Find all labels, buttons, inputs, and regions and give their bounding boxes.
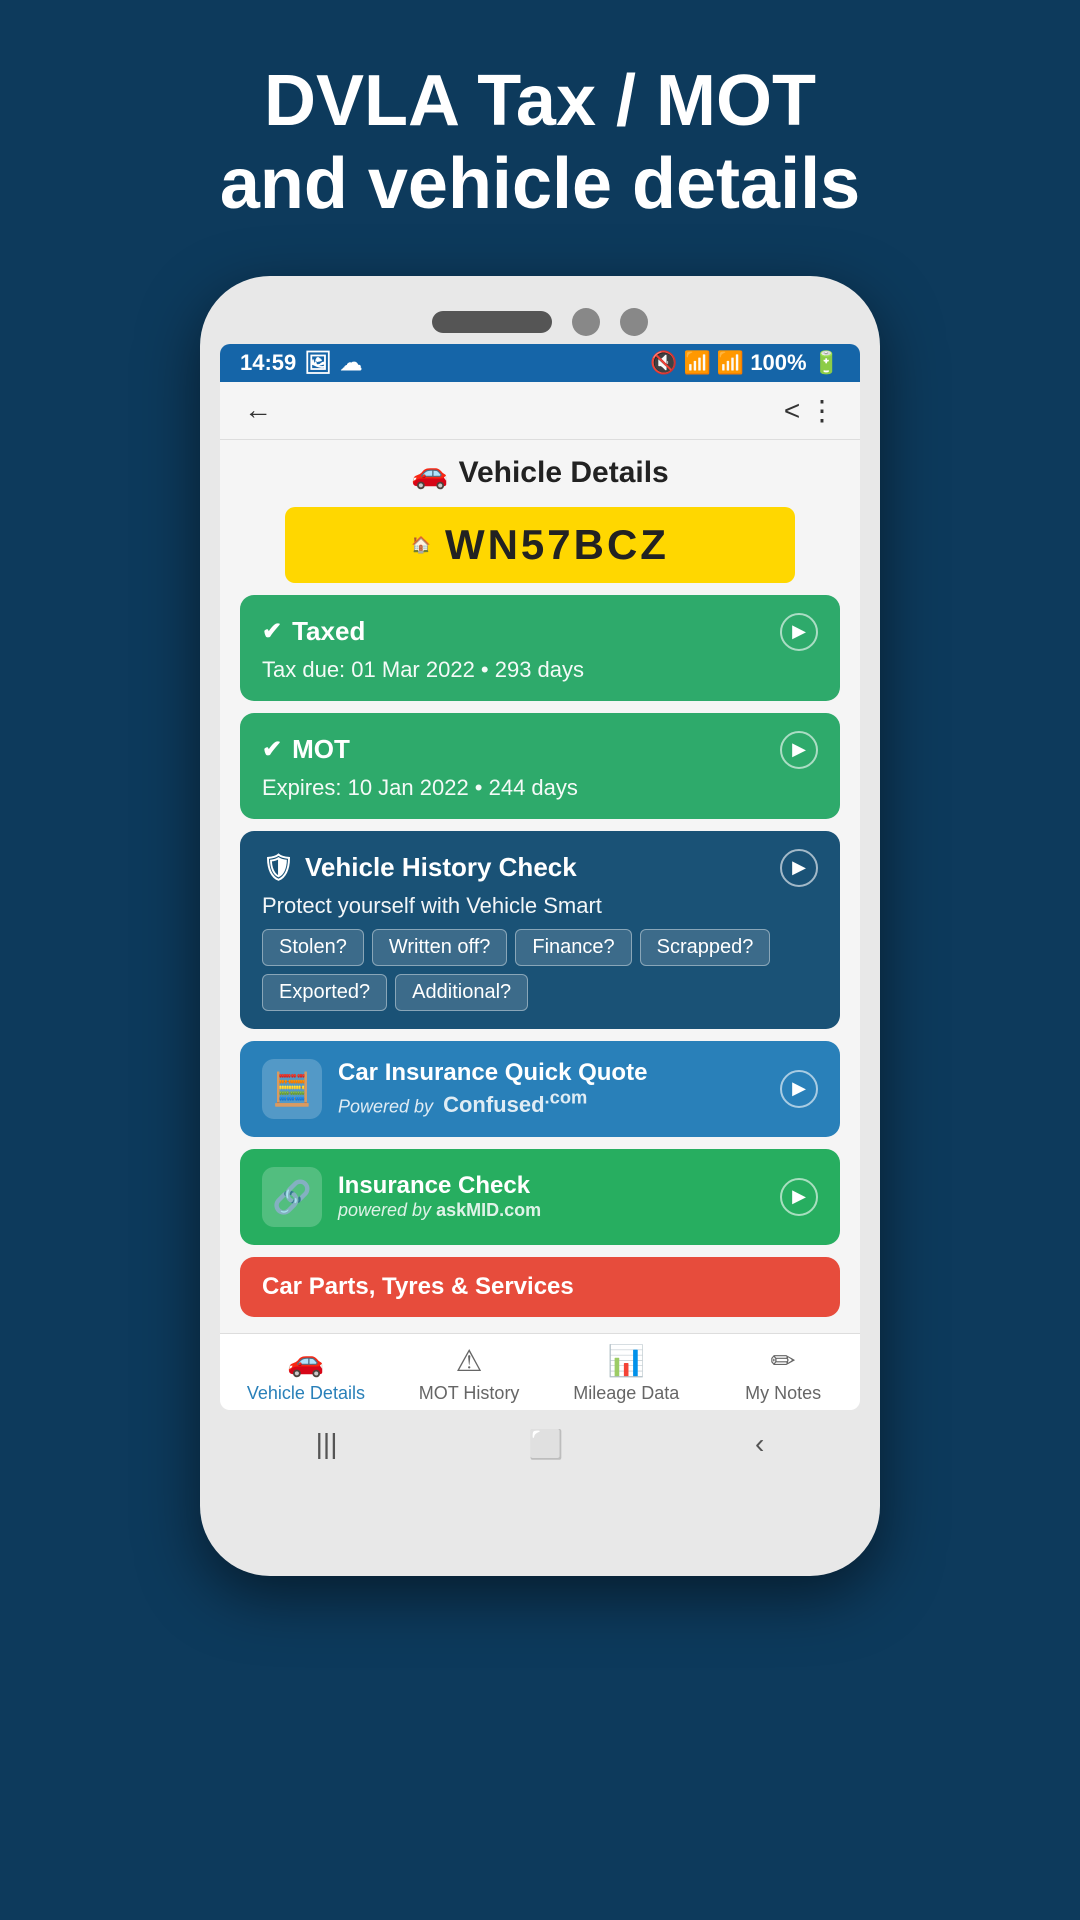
gallery-icon: 🖼 xyxy=(304,350,332,376)
mot-subtitle: Expires: 10 Jan 2022 • 244 days xyxy=(262,775,818,801)
mot-title-left: ✔ MOT xyxy=(262,734,350,765)
taxed-title-row: ✔ Taxed ▶ xyxy=(262,613,818,651)
tag-exported[interactable]: Exported? xyxy=(262,974,387,1011)
insurance-check-arrow[interactable]: ▶ xyxy=(780,1178,818,1216)
taxed-card[interactable]: ✔ Taxed ▶ Tax due: 01 Mar 2022 • 293 day… xyxy=(240,595,840,701)
wifi-icon: 📶 xyxy=(684,350,711,376)
insurance-check-card[interactable]: 🔗 Insurance Check powered by askMID.com … xyxy=(240,1149,840,1245)
battery-text: 100% xyxy=(750,350,806,376)
history-tags: Stolen? Written off? Finance? Scrapped? … xyxy=(262,929,818,1011)
car-parts-card[interactable]: Car Parts, Tyres & Services xyxy=(240,1257,840,1317)
tab-my-notes-label: My Notes xyxy=(745,1383,821,1404)
tag-stolen[interactable]: Stolen? xyxy=(262,929,364,966)
page-title-area: 🚗 Vehicle Details xyxy=(240,456,840,491)
insurance-check-title: Insurance Check xyxy=(338,1172,764,1200)
tab-vehicle-details[interactable]: 🚗 Vehicle Details xyxy=(247,1344,365,1404)
insurance-quote-text: Car Insurance Quick Quote Powered by Con… xyxy=(338,1059,764,1118)
bottom-back-btn[interactable]: ‹ xyxy=(755,1428,764,1460)
status-left: 14:59 🖼 ☁ xyxy=(240,350,362,376)
garage-icon: 🏠 xyxy=(411,535,431,555)
back-button[interactable]: ← xyxy=(244,394,272,426)
mot-card[interactable]: ✔ MOT ▶ Expires: 10 Jan 2022 • 244 days xyxy=(240,713,840,819)
license-plate: 🏠 WN57BCZ xyxy=(285,507,795,583)
insurance-check-powered: powered by askMID.com xyxy=(338,1200,764,1221)
phone-screen: 14:59 🖼 ☁ 🔇 📶 📶 100% 🔋 ← < ⋮ 🚗 Vehicle D… xyxy=(220,344,860,1410)
taxed-subtitle: Tax due: 01 Mar 2022 • 293 days xyxy=(262,657,818,683)
parts-title: Car Parts, Tyres & Services xyxy=(262,1273,574,1301)
mot-title: MOT xyxy=(292,734,350,765)
history-subtitle: Protect yourself with Vehicle Smart xyxy=(262,893,818,919)
taxed-title: Taxed xyxy=(292,616,365,647)
link-icon: 🔗 xyxy=(262,1167,322,1227)
phone-top-bar xyxy=(220,296,860,344)
checkmark-icon: ✔ xyxy=(262,617,282,646)
tab-mot-history[interactable]: ⚠ MOT History xyxy=(419,1344,520,1404)
history-title: Vehicle History Check xyxy=(305,852,577,883)
taxed-title-left: ✔ Taxed xyxy=(262,616,365,647)
battery-icon: 🔋 xyxy=(813,350,840,376)
phone-speaker xyxy=(432,311,552,333)
tag-written-off[interactable]: Written off? xyxy=(372,929,508,966)
status-bar: 14:59 🖼 ☁ 🔇 📶 📶 100% 🔋 xyxy=(220,344,860,382)
mileage-tab-icon: 📊 xyxy=(608,1344,645,1379)
confused-brand: Confused.com xyxy=(443,1092,587,1117)
phone-bottom-nav: ||| ⬜ ‹ xyxy=(220,1410,860,1471)
tab-mileage-data-label: Mileage Data xyxy=(573,1383,679,1404)
tag-finance[interactable]: Finance? xyxy=(515,929,631,966)
hero-title: DVLA Tax / MOT and vehicle details xyxy=(160,60,920,226)
history-check-card[interactable]: 🛡 Vehicle History Check ▶ Protect yourse… xyxy=(240,831,840,1029)
calculator-icon: 🧮 xyxy=(262,1059,322,1119)
mot-arrow[interactable]: ▶ xyxy=(780,731,818,769)
shield-icon: 🛡 xyxy=(262,852,295,883)
tag-scrapped[interactable]: Scrapped? xyxy=(640,929,771,966)
tab-bar: 🚗 Vehicle Details ⚠ MOT History 📊 Mileag… xyxy=(220,1333,860,1410)
tab-mot-history-label: MOT History xyxy=(419,1383,520,1404)
mute-icon: 🔇 xyxy=(650,350,677,376)
phone-camera-2 xyxy=(620,308,648,336)
vehicle-details-tab-icon: 🚗 xyxy=(287,1344,324,1379)
taxed-arrow[interactable]: ▶ xyxy=(780,613,818,651)
nav-bar: ← < ⋮ xyxy=(220,382,860,440)
share-button[interactable]: < ⋮ xyxy=(784,394,836,427)
history-arrow[interactable]: ▶ xyxy=(780,849,818,887)
phone-camera-1 xyxy=(572,308,600,336)
history-title-left: 🛡 Vehicle History Check xyxy=(262,852,577,883)
plate-number: WN57BCZ xyxy=(445,521,669,569)
tab-my-notes[interactable]: ✏ My Notes xyxy=(733,1344,833,1404)
signal-icon: 📶 xyxy=(717,350,744,376)
status-time: 14:59 xyxy=(240,350,296,376)
screen-content: 🚗 Vehicle Details 🏠 WN57BCZ ✔ Taxed ▶ Ta… xyxy=(220,440,860,1333)
car-icon: 🚗 xyxy=(411,456,448,491)
status-right: 🔇 📶 📶 100% 🔋 xyxy=(650,350,840,376)
insurance-quote-powered: Powered by Confused.com xyxy=(338,1087,764,1118)
cloud-icon: ☁ xyxy=(340,350,362,376)
insurance-quote-arrow[interactable]: ▶ xyxy=(780,1070,818,1108)
insurance-quote-card[interactable]: 🧮 Car Insurance Quick Quote Powered by C… xyxy=(240,1041,840,1137)
tab-mileage-data[interactable]: 📊 Mileage Data xyxy=(573,1344,679,1404)
insurance-quote-title: Car Insurance Quick Quote xyxy=(338,1059,764,1087)
mot-history-tab-icon: ⚠ xyxy=(456,1344,483,1379)
tab-vehicle-details-label: Vehicle Details xyxy=(247,1383,365,1404)
mot-title-row: ✔ MOT ▶ xyxy=(262,731,818,769)
tag-additional[interactable]: Additional? xyxy=(395,974,528,1011)
bottom-home-btn[interactable]: ⬜ xyxy=(529,1428,564,1461)
page-title: Vehicle Details xyxy=(459,456,669,490)
mot-checkmark-icon: ✔ xyxy=(262,735,282,764)
insurance-check-text: Insurance Check powered by askMID.com xyxy=(338,1172,764,1221)
history-title-row: 🛡 Vehicle History Check ▶ xyxy=(262,849,818,887)
notes-tab-icon: ✏ xyxy=(771,1344,796,1379)
phone-frame: 14:59 🖼 ☁ 🔇 📶 📶 100% 🔋 ← < ⋮ 🚗 Vehicle D… xyxy=(200,276,880,1576)
bottom-recent-btn[interactable]: ||| xyxy=(316,1428,338,1460)
